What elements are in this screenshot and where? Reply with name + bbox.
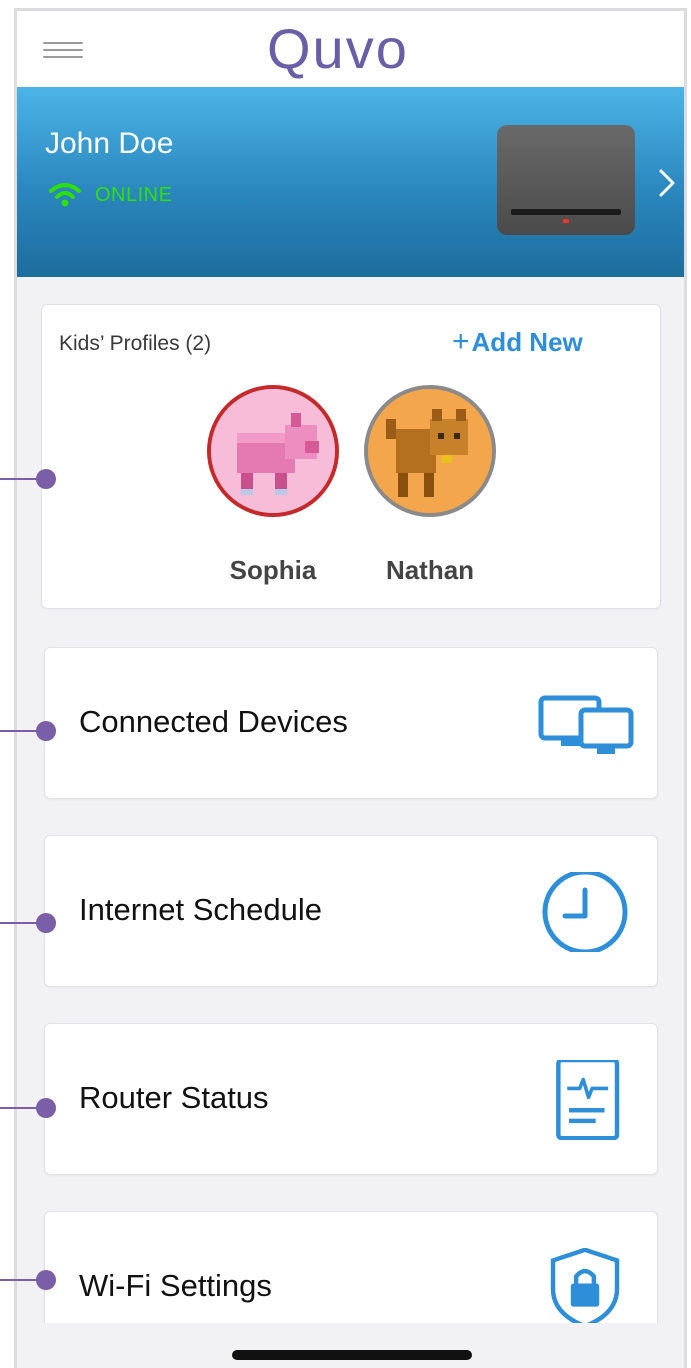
- profile-name-sophia: Sophia: [229, 555, 317, 585]
- pig-avatar: [211, 389, 335, 513]
- menu-label-router-status: Router Status: [79, 1080, 269, 1115]
- menu-item-router-status[interactable]: Router Status: [44, 1023, 658, 1175]
- user-hero-banner[interactable]: John Doe ONLINE: [17, 87, 684, 277]
- profile-name-nathan: Nathan: [385, 555, 475, 585]
- home-indicator[interactable]: [232, 1350, 472, 1360]
- app-logo: Quvo: [267, 17, 409, 80]
- lock-shield-icon: [550, 1248, 620, 1328]
- menu-label-internet-schedule: Internet Schedule: [79, 892, 323, 927]
- router-image: [497, 125, 635, 235]
- phone-screen: Quvo John Doe ONLINE Kids’ Profiles (2) …: [14, 8, 687, 1368]
- chevron-right-icon[interactable]: [655, 165, 679, 201]
- clock-icon: [542, 872, 628, 952]
- profile-avatar-nathan[interactable]: [364, 385, 496, 517]
- wifi-icon: [49, 183, 81, 207]
- menu-item-connected-devices[interactable]: Connected Devices: [44, 647, 658, 799]
- menu-label-wifi-settings: Wi-Fi Settings: [79, 1268, 272, 1303]
- add-new-label: Add New: [471, 327, 583, 357]
- status-text: ONLINE: [95, 183, 173, 206]
- kids-profiles-card: Kids’ Profiles (2) +Add New Sophia Natha…: [41, 304, 661, 609]
- connection-status: ONLINE: [49, 183, 172, 207]
- hamburger-icon[interactable]: [43, 42, 83, 60]
- cat-avatar: [368, 389, 492, 513]
- router-status-icon: [556, 1060, 620, 1140]
- add-new-profile-button[interactable]: +Add New: [452, 325, 583, 359]
- kids-profiles-title: Kids’ Profiles (2): [59, 332, 212, 355]
- app-bar: Quvo: [17, 11, 684, 87]
- profile-avatar-sophia[interactable]: [207, 385, 339, 517]
- menu-item-internet-schedule[interactable]: Internet Schedule: [44, 835, 658, 987]
- menu-label-connected-devices: Connected Devices: [79, 704, 348, 739]
- bottom-safe-area: [17, 1323, 684, 1368]
- plus-icon: +: [452, 325, 470, 358]
- user-name: John Doe: [45, 127, 174, 160]
- devices-icon: [538, 695, 634, 754]
